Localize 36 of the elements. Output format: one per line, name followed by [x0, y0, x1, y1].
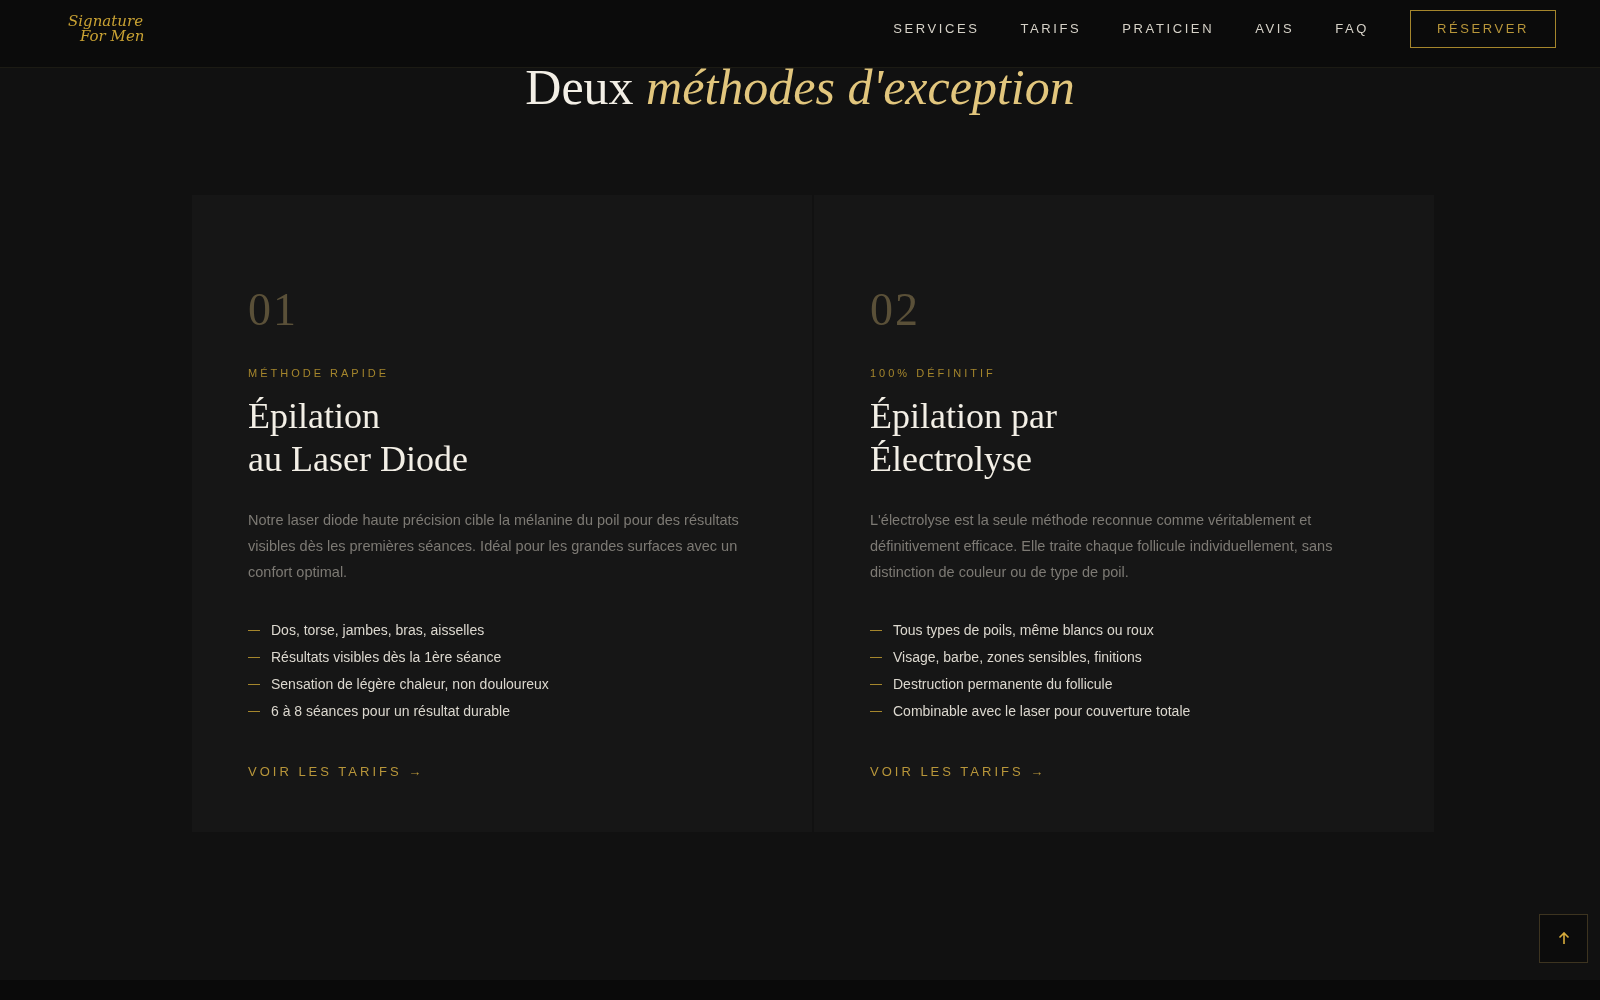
card-eyebrow: 100% DÉFINITIF: [870, 367, 997, 379]
dash-icon: [870, 629, 882, 631]
feature-text: Destruction permanente du follicule: [893, 676, 1113, 692]
card-title: Épilation au Laser Diode: [248, 395, 469, 481]
dash-icon: [870, 683, 882, 685]
feature-text: Visage, barbe, zones sensibles, finitions: [893, 649, 1142, 665]
nav-link[interactable]: TARIFS: [1020, 21, 1082, 36]
arrow-up-icon: [1557, 932, 1570, 945]
dash-icon: [248, 629, 260, 631]
nav-link[interactable]: FAQ: [1335, 21, 1369, 36]
card-number: 01: [248, 287, 299, 333]
card-description: L'électrolyse est la seule méthode reconnue comme véritablement et définitivement efficace. Elle traite chaque follicule individuellement, sans distinction de couleur ou de type de poil.: [870, 511, 1334, 582]
nav-link[interactable]: SERVICES: [893, 21, 980, 36]
feature-text: Dos, torse, jambes, bras, aisselles: [271, 622, 485, 638]
section-heading: Deux méthodes d'exception: [525, 60, 1075, 115]
feature-text: Résultats visibles dès la 1ère séance: [271, 649, 502, 665]
card-number: 02: [870, 287, 921, 333]
feature-text: Sensation de légère chaleur, non douloureux: [271, 676, 549, 692]
feature-text: 6 à 8 séances pour un résultat durable: [271, 703, 510, 719]
reserve-button[interactable]: RÉSERVER: [1410, 9, 1556, 48]
logo[interactable]: Signature For Men: [68, 13, 145, 44]
card-eyebrow: MÉTHODE RAPIDE: [248, 367, 390, 379]
pricing-link[interactable]: VOIR LES TARIFS →: [870, 764, 1047, 779]
feature-text: Tous types de poils, même blancs ou roux: [893, 622, 1154, 638]
nav-link[interactable]: AVIS: [1255, 21, 1295, 36]
scroll-top-button[interactable]: [1539, 914, 1588, 963]
dash-icon: [870, 656, 882, 658]
nav-link[interactable]: PRATICIEN: [1122, 21, 1215, 36]
dash-icon: [870, 710, 882, 712]
dash-icon: [248, 656, 260, 658]
pricing-link[interactable]: VOIR LES TARIFS →: [248, 764, 425, 779]
card-description: Notre laser diode haute précision cible la mélanine du poil pour des résultats visibles dès les premières séances. Idéal pour les grandes surfaces avec un confort optimal.: [248, 511, 740, 582]
feature-text: Combinable avec le laser pour couverture totale: [893, 703, 1191, 719]
dash-icon: [248, 710, 260, 712]
card-title: Épilation par Électrolyse: [870, 395, 1058, 481]
dash-icon: [248, 683, 260, 685]
